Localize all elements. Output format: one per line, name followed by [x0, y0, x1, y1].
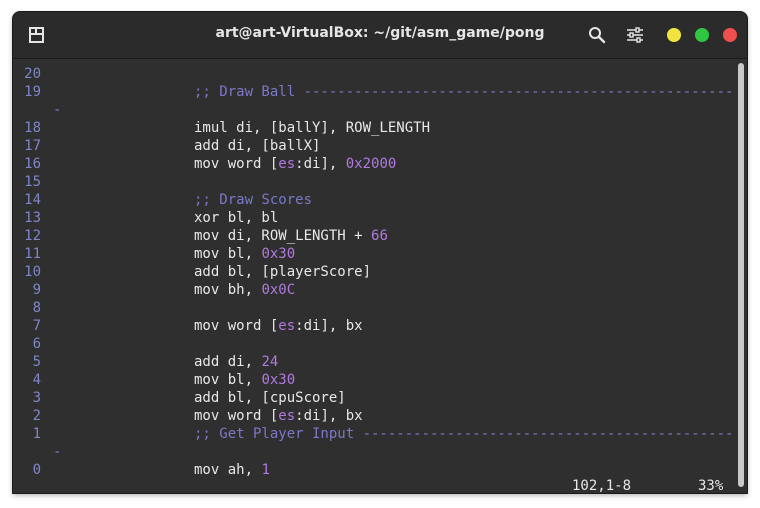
- line-number: 3: [32, 390, 41, 406]
- line-number: 4: [32, 372, 41, 388]
- line-number: 16: [24, 156, 41, 172]
- code-text: ;; Draw Scores: [194, 192, 313, 208]
- line-number: 0: [32, 462, 41, 478]
- line-number: 12: [24, 228, 41, 244]
- line-number: 20: [24, 66, 41, 82]
- code-text: add di, [ballX]: [194, 138, 321, 154]
- code-text: mov ah, 1: [194, 462, 270, 478]
- line-number: 9: [32, 282, 41, 298]
- menu-sliders-icon[interactable]: [625, 25, 645, 45]
- code-text: add bl, [cpuScore]: [194, 390, 346, 406]
- line-number: 19: [24, 84, 41, 100]
- line-number: 7: [32, 318, 41, 334]
- code-text: mov bl, 0x30: [194, 246, 296, 262]
- code-text: xor bl, bl: [194, 210, 279, 226]
- scrollbar-thumb[interactable]: [738, 63, 744, 487]
- line-number: 1: [32, 426, 41, 442]
- line-number: 18: [24, 120, 41, 136]
- code-text: mov bh, 0x0C: [194, 282, 296, 298]
- minimize-button[interactable]: [667, 28, 681, 42]
- terminal-window: art@art-VirtualBox: ~/git/asm_game/pong …: [13, 12, 747, 493]
- maximize-button[interactable]: [695, 28, 709, 42]
- line-number: 8: [32, 300, 41, 316]
- line-number: 13: [24, 210, 41, 226]
- line-number: 11: [24, 246, 41, 262]
- code-text: ;; Get Player Input --------------------…: [194, 426, 747, 442]
- code-text: mov bl, 0x30: [194, 372, 296, 388]
- line-number: 2: [32, 408, 41, 424]
- wrap-continuation: -: [53, 102, 62, 118]
- scrollbar[interactable]: [735, 59, 747, 493]
- close-button[interactable]: [723, 28, 737, 42]
- line-number: 10: [24, 264, 41, 280]
- code-text: ;; Draw Ball ---------------------------…: [194, 84, 747, 100]
- code-text: add di, 24: [194, 354, 279, 370]
- code-text: add bl, [playerScore]: [194, 264, 372, 280]
- line-number: 5: [32, 354, 41, 370]
- title-bar: art@art-VirtualBox: ~/git/asm_game/pong: [13, 12, 747, 59]
- search-icon[interactable]: [587, 25, 607, 45]
- code-text: mov di, ROW_LENGTH + 66: [194, 228, 388, 244]
- code-text: mov word [es:di], bx: [194, 318, 363, 334]
- line-number: 15: [24, 174, 41, 190]
- line-number: 17: [24, 138, 41, 154]
- status-percent: 33%: [698, 478, 724, 493]
- terminal-content[interactable]: 20 19;; Draw Ball -----------------------…: [13, 59, 747, 493]
- line-number: 6: [32, 336, 41, 352]
- line-number: 14: [24, 192, 41, 208]
- wrap-continuation: -: [53, 444, 62, 460]
- code-text: imul di, [ballY], ROW_LENGTH: [194, 120, 431, 136]
- status-position: 102,1-8: [572, 478, 632, 493]
- code-text: mov word [es:di], bx: [194, 408, 363, 424]
- code-text: mov word [es:di], 0x2000: [194, 156, 397, 172]
